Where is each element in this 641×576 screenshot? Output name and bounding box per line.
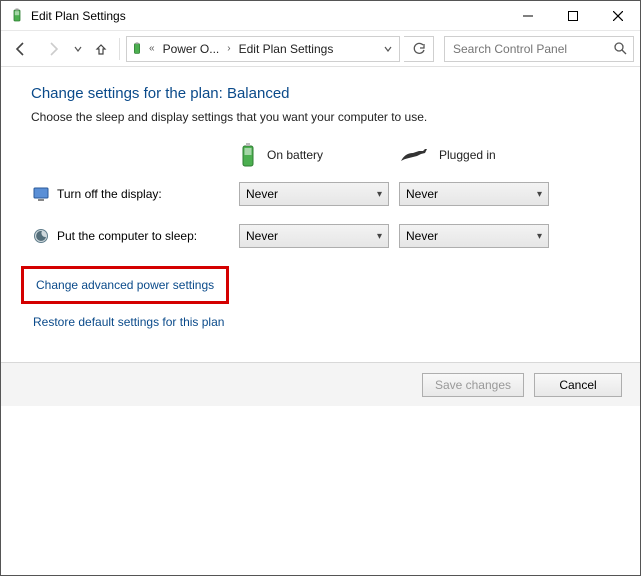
battery-column: On battery — [239, 142, 389, 168]
sleep-setting-row: Put the computer to sleep: Never ▾ Never… — [31, 224, 616, 248]
chevron-down-icon: ▾ — [377, 189, 382, 200]
close-button[interactable] — [595, 1, 640, 30]
footer-bar: Save changes Cancel — [1, 362, 640, 406]
search-input[interactable] — [451, 41, 614, 57]
display-plugged-select[interactable]: Never ▾ — [399, 182, 549, 206]
plugged-column-label: Plugged in — [439, 148, 496, 162]
display-setting-row: Turn off the display: Never ▾ Never ▾ — [31, 182, 616, 206]
restore-defaults-link[interactable]: Restore default settings for this plan — [31, 312, 226, 332]
back-button[interactable] — [7, 35, 35, 63]
save-button[interactable]: Save changes — [422, 373, 524, 397]
power-options-icon — [9, 8, 25, 24]
display-battery-value: Never — [246, 187, 278, 201]
sleep-battery-value: Never — [246, 229, 278, 243]
highlight-box: Change advanced power settings — [21, 266, 229, 304]
chevron-down-icon: ▾ — [537, 231, 542, 242]
chevron-down-icon: ▾ — [537, 189, 542, 200]
address-dropdown-icon[interactable] — [379, 45, 397, 53]
search-box[interactable] — [444, 36, 634, 62]
battery-column-label: On battery — [267, 148, 323, 162]
up-button[interactable] — [89, 42, 113, 56]
page-description: Choose the sleep and display settings th… — [31, 110, 616, 124]
address-bar[interactable]: « Power O... › Edit Plan Settings — [126, 36, 400, 62]
forward-button[interactable] — [39, 35, 67, 63]
sleep-battery-select[interactable]: Never ▾ — [239, 224, 389, 248]
page-heading: Change settings for the plan: Balanced — [31, 85, 616, 102]
navigation-bar: « Power O... › Edit Plan Settings — [1, 31, 640, 67]
window-title: Edit Plan Settings — [31, 9, 126, 23]
search-icon[interactable] — [614, 42, 627, 55]
control-panel-icon — [129, 41, 145, 57]
display-battery-select[interactable]: Never ▾ — [239, 182, 389, 206]
refresh-button[interactable] — [404, 36, 434, 62]
maximize-button[interactable] — [550, 1, 595, 30]
sleep-icon — [31, 228, 51, 244]
breadcrumb-overflow-icon[interactable]: « — [147, 43, 157, 54]
plugged-column: Plugged in — [399, 145, 549, 165]
sleep-plugged-select[interactable]: Never ▾ — [399, 224, 549, 248]
title-bar: Edit Plan Settings — [1, 1, 640, 31]
breadcrumb-parent[interactable]: Power O... — [159, 40, 224, 58]
chevron-right-icon[interactable]: › — [225, 43, 232, 54]
display-setting-label: Turn off the display: — [51, 187, 239, 201]
breadcrumb-current[interactable]: Edit Plan Settings — [235, 40, 338, 58]
minimize-button[interactable] — [505, 1, 550, 30]
recent-locations-dropdown[interactable] — [71, 45, 85, 53]
sleep-plugged-value: Never — [406, 229, 438, 243]
links-area: Change advanced power settings Restore d… — [31, 266, 616, 332]
column-headers: On battery Plugged in — [31, 142, 616, 168]
plug-icon — [399, 145, 429, 165]
advanced-settings-link[interactable]: Change advanced power settings — [34, 275, 216, 295]
battery-icon — [239, 142, 257, 168]
display-icon — [31, 186, 51, 202]
content-area: Change settings for the plan: Balanced C… — [1, 67, 640, 344]
cancel-button[interactable]: Cancel — [534, 373, 622, 397]
display-plugged-value: Never — [406, 187, 438, 201]
chevron-down-icon: ▾ — [377, 231, 382, 242]
sleep-setting-label: Put the computer to sleep: — [51, 229, 239, 243]
